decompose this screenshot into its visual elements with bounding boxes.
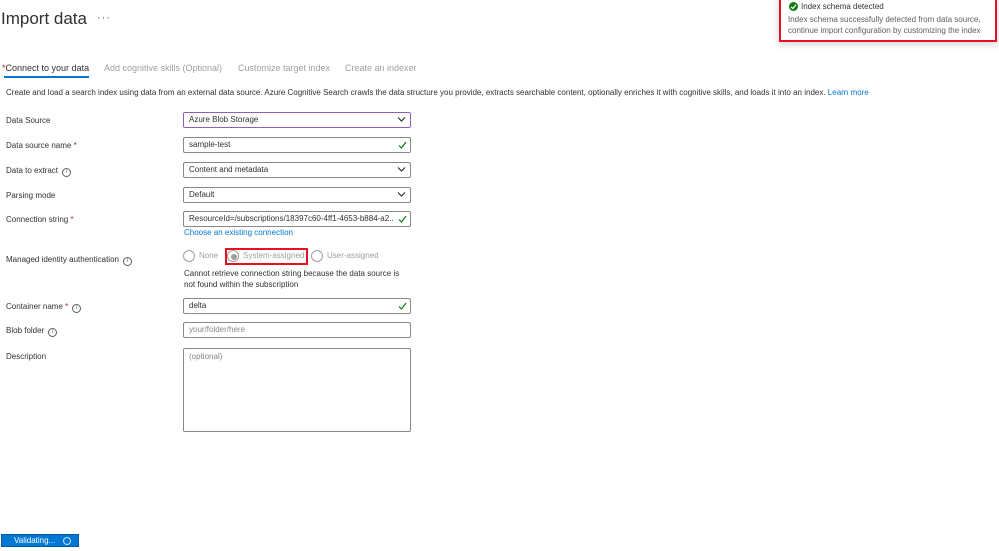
info-icon[interactable]: i [72,304,82,313]
label-text: Managed identity authentication [6,255,119,264]
data-source-value: Azure Blob Storage [189,115,259,124]
radio-label: None [199,251,219,260]
info-icon[interactable]: i [122,257,132,266]
radio-label: User-assigned [327,251,379,260]
info-icon[interactable]: i [48,328,58,337]
chevron-down-icon [397,192,406,197]
connection-string-value: ResourceId=/subscriptions/18397c60-4ff1-… [189,214,394,223]
label-text: Data to extract [6,166,59,175]
choose-existing-connection-link[interactable]: Choose an existing connection [184,228,293,237]
active-tab-underline [4,76,90,78]
parsing-mode-value: Default [189,190,215,199]
data-source-dropdown[interactable]: Azure Blob Storage [183,112,411,128]
required-marker: * [65,302,69,311]
radio-circle [183,250,195,262]
description-label: Description [6,352,47,361]
blob-folder-input[interactable]: your/folder/here [183,322,411,338]
radio-circle [311,250,323,262]
connection-warning-text: Cannot retrieve connection string becaus… [184,269,400,289]
notification-message: Index schema successfully detected from … [788,15,981,35]
blob-folder-label: Blob folder i [6,326,58,337]
page-title: Import data [1,9,87,28]
description-textarea[interactable]: (optional) [183,348,411,432]
chevron-down-icon [397,167,406,172]
managed-identity-label: Managed identity authentication i [6,255,132,266]
checkmark-icon [398,215,407,223]
spinner-icon [63,537,71,545]
data-source-name-value: sample-test [189,140,231,149]
required-marker: * [73,141,77,150]
description-text: Create and load a search index using dat… [6,88,826,97]
data-to-extract-label: Data to extract i [6,166,72,177]
label-text: Connection string [6,215,69,224]
data-to-extract-value: Content and metadata [189,165,269,174]
checkmark-icon [398,302,407,310]
tab-create-an-indexer[interactable]: Create an indexer [345,63,417,73]
label-text: Blob folder [6,326,45,335]
tab-customize-target-index[interactable]: Customize target index [238,63,330,73]
learn-more-link[interactable]: Learn more [828,88,869,97]
notification-toast[interactable]: Index schema detected Index schema succe… [779,0,997,42]
data-source-label: Data Source [6,116,51,125]
more-options-button[interactable]: ··· [97,12,111,24]
parsing-mode-label: Parsing mode [6,191,56,200]
chevron-down-icon [397,117,406,122]
container-name-label: Container name * i [6,302,82,313]
label-text: Container name [6,302,63,311]
connection-string-input[interactable]: ResourceId=/subscriptions/18397c60-4ff1-… [183,211,411,227]
checkmark-icon [398,141,407,149]
tab-connect-to-your-data[interactable]: *Connect to your data [2,63,90,78]
parsing-mode-dropdown[interactable]: Default [183,187,411,203]
data-source-name-label: Data source name * [6,141,77,150]
label-text: Data source name [6,141,72,150]
system-assigned-highlight-box [225,248,308,265]
connection-string-label: Connection string * [6,215,74,224]
data-to-extract-dropdown[interactable]: Content and metadata [183,162,411,178]
tab-label: Connect to your data [5,63,90,73]
placeholder-text: your/folder/here [189,325,246,334]
description-placeholder: (optional) [189,352,223,361]
blob-folder-placeholder: your/folder/here [189,325,394,334]
info-icon[interactable]: i [62,168,72,177]
notification-title: Index schema detected [801,2,884,11]
container-name-input[interactable]: delta [183,298,411,314]
data-source-name-input[interactable]: sample-test [183,137,411,153]
validating-button[interactable]: Validating... [1,534,79,547]
success-check-icon [789,2,798,11]
tab-add-cognitive-skills[interactable]: Add cognitive skills (Optional) [104,63,222,73]
required-marker: * [70,215,74,224]
page-description: Create and load a search index using dat… [6,88,869,97]
validating-label: Validating... [14,536,56,545]
container-name-value: delta [189,301,207,310]
